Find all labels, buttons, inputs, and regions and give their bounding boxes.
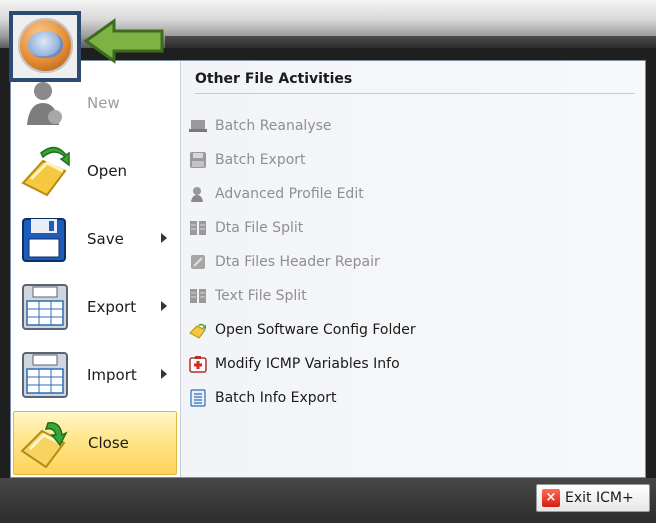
menu-item-label: Batch Export — [215, 152, 306, 168]
file-split-icon — [189, 219, 207, 237]
menu-item-export[interactable]: Export — [13, 275, 177, 339]
application-button-highlight[interactable] — [9, 11, 81, 82]
other-file-activities-panel: Other File Activities Batch Reanalyse Ba… — [181, 61, 645, 477]
menu-item-label: Text File Split — [215, 288, 307, 304]
menu-item-label: Batch Info Export — [215, 390, 337, 406]
exit-button-label: Exit ICM+ — [565, 490, 634, 506]
submenu-arrow-icon — [161, 233, 167, 243]
menu-item-label: Open Software Config Folder — [215, 322, 416, 338]
menu-item-open[interactable]: Open — [13, 139, 177, 203]
menu-item-label: Dta Files Header Repair — [215, 254, 380, 270]
menu-item-label: Modify ICMP Variables Info — [215, 356, 400, 372]
import-spreadsheet-icon — [17, 347, 73, 403]
callout-arrow-icon — [83, 18, 164, 64]
menu-item-label: Export — [87, 298, 137, 316]
exit-button[interactable]: × Exit ICM+ — [536, 484, 650, 512]
menu-item-close[interactable]: Close — [13, 411, 177, 475]
batch-reanalyse-icon — [189, 117, 207, 135]
file-menu: New Open Save Export Import Close Other … — [10, 60, 646, 478]
ribbon-strip — [165, 36, 656, 48]
close-icon: × — [542, 489, 560, 507]
menu-item-save[interactable]: Save — [13, 207, 177, 271]
profile-edit-icon — [189, 185, 207, 203]
submenu-arrow-icon — [161, 301, 167, 311]
menu-item-import[interactable]: Import — [13, 343, 177, 407]
menu-item-label: Save — [87, 230, 124, 248]
menu-item-label: Advanced Profile Edit — [215, 186, 364, 202]
menu-item-text-file-split[interactable]: Text File Split — [189, 283, 629, 309]
export-spreadsheet-icon — [17, 279, 73, 335]
menu-item-label: New — [87, 94, 120, 112]
menu-item-advanced-profile-edit[interactable]: Advanced Profile Edit — [189, 181, 629, 207]
menu-item-label: Batch Reanalyse — [215, 118, 332, 134]
menu-item-label: Import — [87, 366, 137, 384]
menu-item-dta-files-header-repair[interactable]: Dta Files Header Repair — [189, 249, 629, 275]
panel-heading: Other File Activities — [195, 71, 635, 94]
menu-item-label: Open — [87, 162, 128, 180]
batch-export-icon — [189, 151, 207, 169]
save-floppy-icon — [17, 211, 73, 267]
file-menu-main-items: New Open Save Export Import Close — [11, 61, 181, 477]
menu-item-open-software-config-folder[interactable]: Open Software Config Folder — [189, 317, 629, 343]
first-aid-icon — [189, 355, 207, 373]
brain-orb-icon[interactable] — [18, 18, 73, 73]
menu-item-batch-info-export[interactable]: Batch Info Export — [189, 385, 629, 411]
menu-item-batch-reanalyse[interactable]: Batch Reanalyse — [189, 113, 629, 139]
text-split-icon — [189, 287, 207, 305]
menu-item-label: Dta File Split — [215, 220, 304, 236]
header-repair-icon — [189, 253, 207, 271]
menu-footer: × Exit ICM+ — [0, 478, 656, 523]
close-folder-icon — [18, 415, 74, 471]
menu-item-batch-export[interactable]: Batch Export — [189, 147, 629, 173]
brain-icon — [28, 31, 63, 58]
open-folder-icon — [17, 143, 73, 199]
menu-item-label: Close — [88, 434, 129, 452]
menu-item-modify-icmp-variables-info[interactable]: Modify ICMP Variables Info — [189, 351, 629, 377]
new-user-icon — [17, 75, 73, 131]
menu-item-dta-file-split[interactable]: Dta File Split — [189, 215, 629, 241]
document-list-icon — [189, 389, 207, 407]
submenu-arrow-icon — [161, 369, 167, 379]
config-folder-icon — [189, 321, 207, 339]
